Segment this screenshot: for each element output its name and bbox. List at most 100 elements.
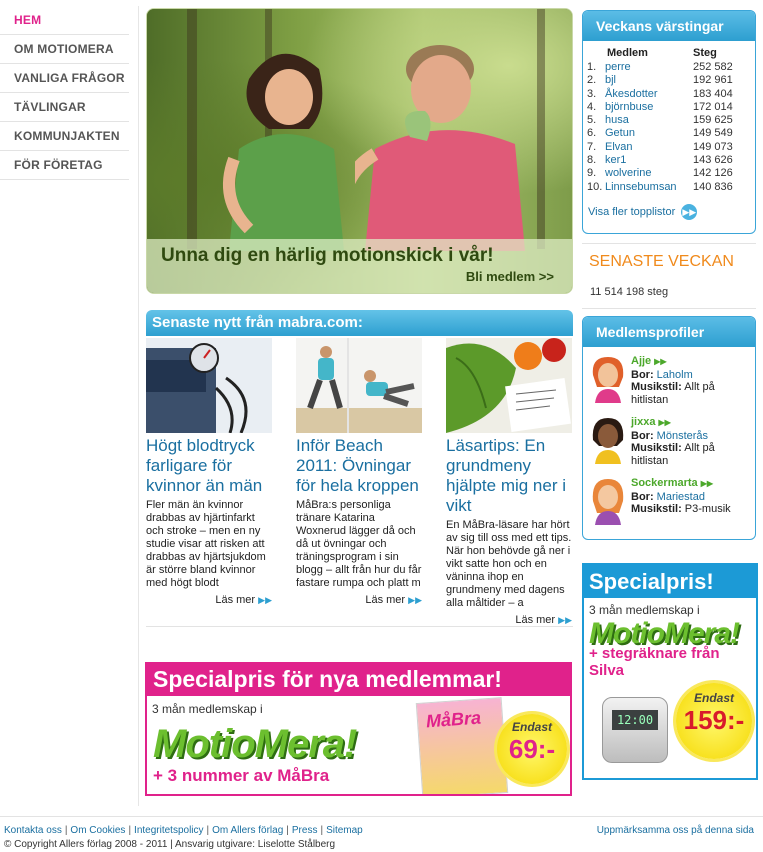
toplist-row: 7. Elvan 149 073 — [587, 141, 733, 154]
toplist-row: 10. Linnsebumsan 140 836 — [587, 181, 733, 194]
article-image-blood-pressure[interactable] — [146, 338, 272, 433]
nav-item-hem[interactable]: HEM — [0, 6, 129, 35]
profile-city-link[interactable]: Mariestad — [657, 491, 705, 503]
article-excerpt: En MåBra-läsare har hört av sig till oss… — [446, 519, 572, 609]
article-excerpt: MåBra:s personliga tränare Katarina Woxn… — [296, 499, 422, 589]
member-profiles-box: Medlemsprofiler Ajje ▶▶ Bor: Laholm Musi… — [582, 316, 756, 540]
footer-divider — [0, 816, 763, 817]
become-member-link[interactable]: Bli medlem >> — [466, 269, 554, 284]
banner-headline: Specialpris för nya medlemmar! — [147, 664, 570, 696]
pedometer-image: 12:00 — [602, 697, 668, 763]
mabra-magazine-cover: MåBra — [415, 697, 509, 794]
toplist-row: 4. björnbuse 172 014 — [587, 101, 733, 114]
rank: 2. — [587, 74, 597, 87]
hero-banner[interactable]: Unna dig en härlig motionskick i vår! Bl… — [146, 8, 573, 294]
step-count: 192 961 — [693, 74, 733, 87]
rank: 9. — [587, 167, 597, 180]
profile-item: jixxa ▶▶ Bor: Mönsterås Musikstil: Allt … — [587, 414, 755, 475]
footer-links: Kontakta oss | Om Cookies | Integritetspolic… — [4, 825, 363, 836]
step-count: 172 014 — [693, 100, 733, 113]
divider — [146, 626, 573, 627]
member-link[interactable]: Åkesdotter — [605, 88, 693, 101]
nav-item-om-motiomera[interactable]: OM MOTIOMERA — [0, 35, 129, 64]
double-arrow-icon: ▶▶ — [700, 479, 714, 488]
member-link[interactable]: wolverine — [605, 167, 693, 180]
avatar-icon[interactable] — [589, 477, 627, 525]
read-more-link[interactable]: Läs mer ▶▶ — [446, 614, 572, 626]
rank: 5. — [587, 114, 597, 127]
more-toplists-link[interactable]: Visa fler topplistor ▶▶ — [588, 203, 755, 220]
article-title[interactable]: Inför Beach 2011: Övningar för hela krop… — [296, 436, 422, 496]
footer-link-about-allers[interactable]: Om Allers förlag — [212, 825, 283, 836]
footer-link-privacy[interactable]: Integritetspolicy — [134, 825, 203, 836]
profile-city-link[interactable]: Mönsterås — [657, 430, 708, 442]
footer-link-contact[interactable]: Kontakta oss — [4, 825, 62, 836]
article-title[interactable]: Högt blodtryck farligare för kvinnor än … — [146, 436, 272, 496]
toplist-row: 1. perre 252 582 — [587, 61, 733, 74]
rank: 6. — [587, 127, 597, 140]
member-link[interactable]: Linnsebumsan — [605, 181, 693, 194]
member-link[interactable]: ker1 — [605, 154, 693, 167]
member-link[interactable]: björnbuse — [605, 101, 693, 114]
avatar-icon[interactable] — [589, 355, 627, 403]
profile-name[interactable]: jixxa ▶▶ — [631, 416, 755, 430]
profile-city-link[interactable]: Laholm — [657, 369, 693, 381]
rank: 4. — [587, 100, 597, 113]
member-link[interactable]: bjl — [605, 74, 693, 87]
article-image-exercise[interactable] — [296, 338, 422, 433]
arrow-circle-icon: ▶▶ — [681, 203, 698, 220]
toplist-title: Veckans värstingar — [583, 11, 755, 41]
ad-subtext: 3 mån medlemskap i — [589, 603, 700, 617]
toplist-row: 3. Åkesdotter 183 404 — [587, 88, 733, 101]
column-header-steps: Steg — [693, 47, 717, 59]
step-count: 252 582 — [693, 61, 733, 73]
article-image-vegetables[interactable] — [446, 338, 572, 433]
rank: 8. — [587, 154, 597, 167]
profile-item: Ajje ▶▶ Bor: Laholm Musikstil: Allt på h… — [587, 353, 755, 414]
member-profiles-title: Medlemsprofiler — [583, 317, 755, 347]
nav-item-kommunjakten[interactable]: KOMMUNJAKTEN — [0, 122, 129, 151]
special-offer-banner[interactable]: Specialpris för nya medlemmar! 3 mån med… — [145, 662, 572, 796]
nav-item-tavlingar[interactable]: TÄVLINGAR — [0, 93, 129, 122]
read-more-link[interactable]: Läs mer ▶▶ — [296, 594, 422, 606]
divider — [582, 308, 756, 309]
rank: 10. — [587, 180, 603, 193]
main-nav: HEM OM MOTIOMERA VANLIGA FRÅGOR TÄVLINGA… — [0, 6, 129, 180]
double-arrow-icon: ▶▶ — [408, 595, 422, 605]
footer-link-cookies[interactable]: Om Cookies — [70, 825, 125, 836]
share-page-link[interactable]: Uppmärksamma oss på denna sida — [597, 825, 754, 836]
read-more-link[interactable]: Läs mer ▶▶ — [146, 594, 272, 606]
toplist-row: 2. bjl 192 961 — [587, 74, 733, 87]
member-link[interactable]: Getun — [605, 127, 693, 140]
copyright-text: © Copyright Allers förlag 2008 - 2011 | … — [4, 839, 336, 850]
double-arrow-icon: ▶▶ — [654, 357, 667, 366]
article-title[interactable]: Läsartips: En grundmeny hjälpte mig ner … — [446, 436, 572, 516]
news-header: Senaste nytt från mabra.com: — [146, 310, 573, 336]
article-excerpt: Fler män än kvinnor drabbas av hjärtinfa… — [146, 499, 266, 589]
toplist-row: 5. husa 159 625 — [587, 114, 733, 127]
news-article: Inför Beach 2011: Övningar för hela krop… — [296, 338, 422, 606]
price-burst: Endast 69:- — [497, 714, 567, 784]
profile-item: Sockermarta ▶▶ Bor: Mariestad Musikstil:… — [587, 475, 755, 536]
step-count: 183 404 — [693, 87, 733, 100]
tree-trunk — [187, 9, 197, 249]
profile-name[interactable]: Ajje ▶▶ — [631, 355, 755, 369]
special-offer-side-ad[interactable]: Specialpris! 3 mån medlemskap i MotioMer… — [582, 563, 758, 780]
toplist-row: 6. Getun 149 549 — [587, 127, 733, 140]
hero-woman-figure — [223, 53, 344, 251]
step-count: 142 126 — [693, 167, 733, 180]
rank: 3. — [587, 87, 597, 100]
footer-link-sitemap[interactable]: Sitemap — [326, 825, 363, 836]
footer-link-press[interactable]: Press — [292, 825, 318, 836]
nav-item-for-foretag[interactable]: FÖR FÖRETAG — [0, 151, 129, 180]
avatar-icon[interactable] — [589, 416, 627, 464]
banner-plus-text: + 3 nummer av MåBra — [153, 766, 330, 785]
member-link[interactable]: Elvan — [605, 141, 693, 154]
member-link[interactable]: husa — [605, 114, 693, 127]
nav-item-vanliga-fragor[interactable]: VANLIGA FRÅGOR — [0, 64, 129, 93]
member-link[interactable]: perre — [605, 61, 693, 74]
column-header-member: Medlem — [607, 47, 648, 59]
step-count: 159 625 — [693, 114, 733, 127]
banner-subtext: 3 mån medlemskap i — [152, 702, 263, 716]
profile-name[interactable]: Sockermarta ▶▶ — [631, 477, 755, 491]
